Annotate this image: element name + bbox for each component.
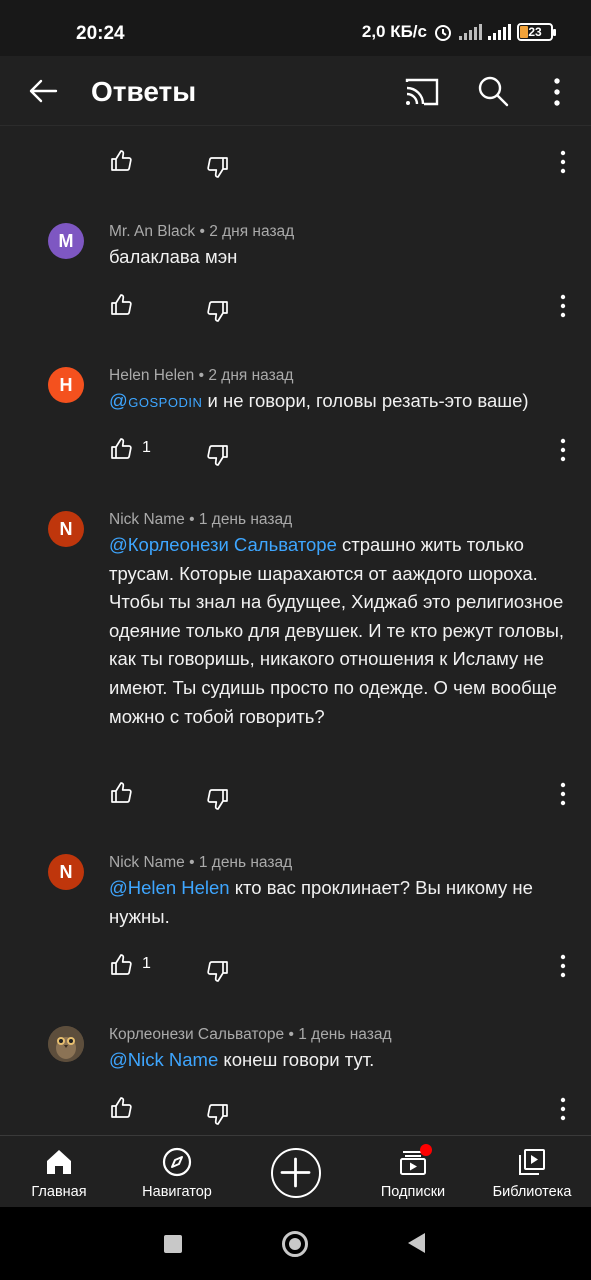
- thumb-down-icon[interactable]: [206, 959, 230, 983]
- comment-author[interactable]: Nick Name: [109, 511, 185, 528]
- comment-time: 1 день назад: [198, 854, 293, 871]
- comment-menu-icon[interactable]: [554, 437, 572, 463]
- comment-meta: Mr. An Black • 2 дня назад: [109, 223, 295, 240]
- nav-library[interactable]: Библиотека: [486, 1136, 578, 1208]
- comment-meta: Helen Helen • 2 дня назад: [109, 367, 294, 384]
- status-time: 20:24: [76, 23, 125, 44]
- app-bar: Ответы: [0, 56, 591, 126]
- compass-icon: [162, 1147, 192, 1177]
- owl-avatar-icon: [48, 1026, 84, 1062]
- comment-author[interactable]: Корлеонези Сальваторе: [109, 1026, 284, 1043]
- signal-icon: [459, 24, 482, 40]
- plus-icon: [280, 1157, 311, 1188]
- comment-body: конеш говори тут.: [218, 1049, 375, 1070]
- status-right: 2,0 КБ/с 23: [361, 22, 556, 42]
- thumb-down-icon[interactable]: [206, 1102, 230, 1126]
- comment-text: @gospodin и не говори, головы резать-это…: [109, 387, 569, 416]
- system-nav-bar: [0, 1207, 591, 1280]
- nav-explore[interactable]: Навигатор: [132, 1136, 222, 1208]
- comment-menu-icon[interactable]: [554, 1096, 572, 1122]
- page-title: Ответы: [91, 76, 197, 107]
- comment-author[interactable]: Mr. An Black: [109, 223, 195, 240]
- battery-icon: 23: [517, 23, 556, 41]
- avatar[interactable]: [48, 1026, 84, 1062]
- create-button[interactable]: [271, 1148, 321, 1198]
- comment-actions: [0, 781, 591, 811]
- comment-meta: Nick Name • 1 день назад: [109, 854, 293, 871]
- nav-library-label: Библиотека: [492, 1184, 572, 1200]
- avatar-letter: M: [58, 230, 74, 251]
- comment-actions: [0, 1096, 591, 1126]
- comment-menu-icon[interactable]: [554, 149, 572, 175]
- alarm-icon: [435, 25, 451, 41]
- mention-link[interactable]: @gospodin: [109, 390, 202, 411]
- avatar[interactable]: H: [48, 367, 84, 403]
- mention-link[interactable]: @Корлеонези Сальваторе: [109, 534, 337, 555]
- avatar-letter: H: [59, 374, 73, 395]
- thumb-down-icon[interactable]: [206, 443, 230, 467]
- avatar[interactable]: N: [48, 511, 84, 547]
- comment-meta: Корлеонези Сальваторе • 1 день назад: [109, 1026, 392, 1043]
- comment-actions: 1: [0, 953, 591, 983]
- avatar[interactable]: N: [48, 854, 84, 890]
- comment-text: балаклава мэн: [109, 243, 569, 272]
- comment-actions: [0, 149, 591, 179]
- comment-text: @Корлеонези Сальваторе страшно жить толь…: [109, 531, 569, 731]
- comment-author[interactable]: Nick Name: [109, 854, 185, 871]
- comment-time: 2 дня назад: [208, 367, 294, 384]
- nav-home-label: Главная: [31, 1184, 87, 1200]
- thumb-up-icon[interactable]: [109, 1096, 133, 1120]
- thumb-down-icon[interactable]: [206, 299, 230, 323]
- battery-level: 23: [528, 25, 542, 39]
- comment-author[interactable]: Helen Helen: [109, 367, 194, 384]
- thumb-down-icon[interactable]: [206, 155, 230, 179]
- comment-actions: [0, 293, 591, 323]
- home-icon: [47, 1150, 71, 1174]
- network-speed: 2,0 КБ/с: [361, 22, 427, 41]
- thumb-up-icon[interactable]: [109, 293, 133, 317]
- comment-meta: Nick Name • 1 день назад: [109, 511, 293, 528]
- thumb-up-icon[interactable]: [109, 781, 133, 805]
- nav-home[interactable]: Главная: [22, 1136, 96, 1208]
- cast-icon[interactable]: [404, 76, 440, 108]
- thumb-up-icon[interactable]: [109, 953, 133, 977]
- library-icon: [519, 1149, 545, 1175]
- comment-time: 1 день назад: [198, 511, 293, 528]
- avatar[interactable]: M: [48, 223, 84, 259]
- comment-body: и не говори, головы резать-это ваше): [202, 390, 529, 411]
- comment-menu-icon[interactable]: [554, 953, 572, 979]
- search-icon[interactable]: [476, 74, 510, 108]
- back-triangle-icon[interactable]: [408, 1233, 425, 1253]
- mention-link[interactable]: @Nick Name: [109, 1049, 218, 1070]
- avatar-letter: N: [59, 518, 73, 539]
- comment-actions: 1: [0, 437, 591, 467]
- like-count: 1: [142, 439, 151, 456]
- nav-subscriptions-label: Подписки: [380, 1184, 446, 1200]
- signal-h-icon: [488, 24, 511, 40]
- comment-time: 1 день назад: [298, 1026, 392, 1043]
- status-bar: 20:24 2,0 КБ/с 23: [0, 0, 591, 56]
- comment-body: балаклава мэн: [109, 246, 238, 267]
- arrow-back-icon[interactable]: [26, 74, 60, 108]
- mention-link[interactable]: @Helen Helen: [109, 877, 230, 898]
- comment-menu-icon[interactable]: [554, 781, 572, 807]
- replies-list[interactable]: M Mr. An Black • 2 дня назад балаклава м…: [0, 127, 591, 1135]
- notification-dot: [420, 1144, 432, 1156]
- thumb-down-icon[interactable]: [206, 787, 230, 811]
- avatar-letter: N: [59, 861, 73, 882]
- comment-text: @Nick Name конеш говори тут.: [109, 1046, 569, 1075]
- bottom-nav: Главная Навигатор Подписки Библиотека: [0, 1135, 591, 1207]
- comment-body: страшно жить только трусам. Которые шара…: [109, 534, 565, 727]
- thumb-up-icon[interactable]: [109, 437, 133, 461]
- home-button-icon[interactable]: [282, 1231, 308, 1257]
- comment-time: 2 дня назад: [209, 223, 295, 240]
- comment-text: @Helen Helen кто вас проклинает? Вы нико…: [109, 874, 569, 931]
- nav-subscriptions[interactable]: Подписки: [370, 1136, 456, 1208]
- like-count: 1: [142, 955, 151, 972]
- comment-menu-icon[interactable]: [554, 293, 572, 319]
- nav-explore-label: Навигатор: [142, 1184, 212, 1200]
- recents-icon[interactable]: [164, 1235, 182, 1253]
- thumb-up-icon[interactable]: [109, 149, 133, 173]
- more-vert-icon[interactable]: [545, 76, 569, 108]
